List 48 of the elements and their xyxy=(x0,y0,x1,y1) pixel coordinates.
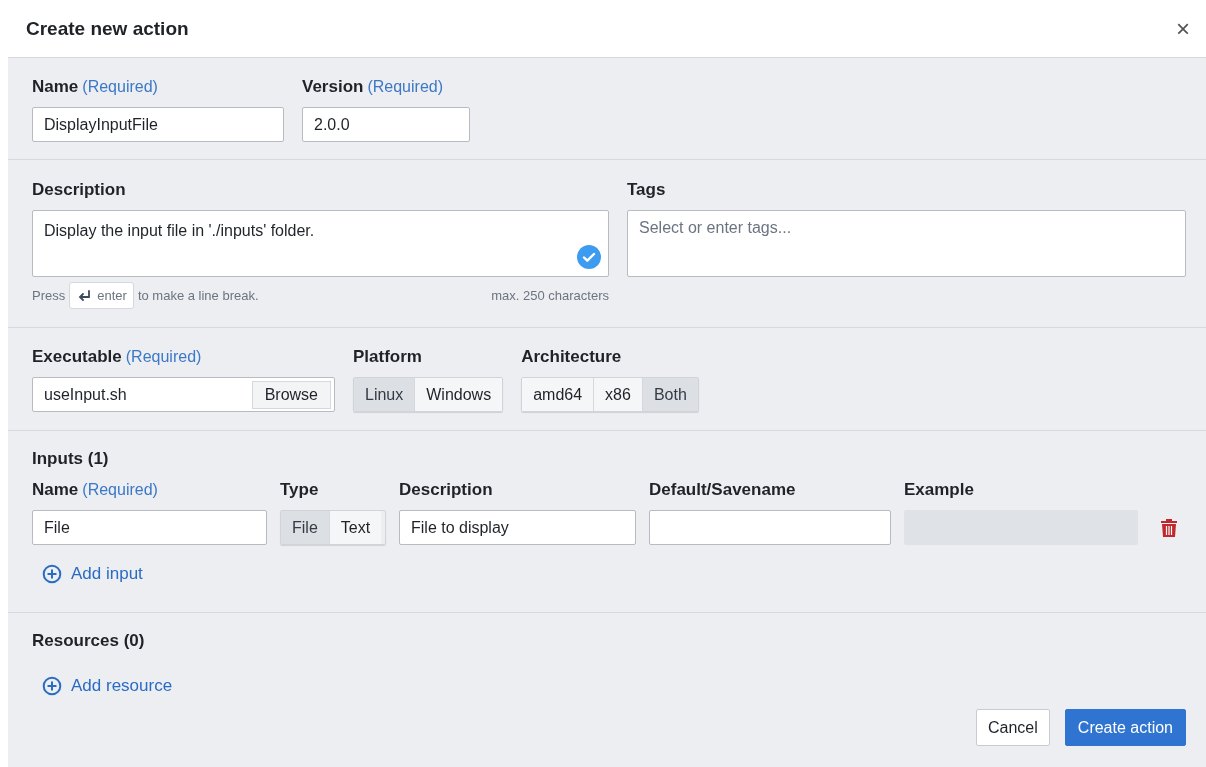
required-note: (Required) xyxy=(367,78,443,96)
hint-text: to make a line break. xyxy=(137,288,259,303)
input-description-field[interactable]: File to display xyxy=(399,510,636,545)
field-label: Tags xyxy=(627,180,666,200)
field-label: Architecture xyxy=(521,347,622,367)
dialog-title: Create new action xyxy=(26,17,189,40)
hint-text: Press xyxy=(32,288,66,303)
description-field[interactable]: Display the input file in './inputs' folder. xyxy=(32,210,609,277)
segment-option[interactable]: Text xyxy=(329,511,382,544)
browse-button[interactable]: Browse xyxy=(251,380,331,409)
executable-field[interactable]: useInput.sh Browse xyxy=(32,377,335,412)
section-title: Resources (0) xyxy=(32,631,145,652)
tags-field[interactable]: Select or enter tags... xyxy=(627,210,1186,277)
name-field[interactable]: DisplayInputFile xyxy=(32,107,284,142)
field-label: Description xyxy=(32,180,126,200)
create-button[interactable]: Create action xyxy=(1064,709,1186,746)
segment-option[interactable]: Linux xyxy=(354,378,416,411)
field-label: Name xyxy=(32,77,79,97)
required-note: (Required) xyxy=(82,481,158,499)
delete-icon[interactable] xyxy=(1160,518,1177,537)
required-note: (Required) xyxy=(125,348,202,366)
add-resource-link[interactable]: Add resource xyxy=(42,676,173,696)
input-name-field[interactable]: File xyxy=(32,510,267,545)
segment-option[interactable]: File xyxy=(281,511,330,544)
segment-option[interactable]: x86 xyxy=(594,378,643,411)
column-header: Example xyxy=(904,480,974,500)
required-note: (Required) xyxy=(82,78,158,96)
column-header: Default/Savename xyxy=(649,480,796,500)
default-field[interactable] xyxy=(649,510,891,545)
character-limit: max. 250 characters xyxy=(491,288,609,303)
segment-option[interactable]: amd64 xyxy=(522,378,595,411)
add-input-link[interactable]: Add input xyxy=(42,564,143,584)
plus-circle-icon xyxy=(42,564,62,584)
plus-circle-icon xyxy=(42,676,62,696)
column-header: Name xyxy=(32,480,79,500)
close-button[interactable]: × xyxy=(1170,14,1196,43)
return-arrow-icon xyxy=(76,288,93,303)
key-label: enter xyxy=(97,288,127,303)
column-header: Description xyxy=(399,480,493,500)
field-label: Executable xyxy=(32,347,122,367)
version-field[interactable]: 2.0.0 xyxy=(302,107,470,142)
column-header: Type xyxy=(280,480,319,500)
segment-option[interactable]: Both xyxy=(642,378,698,411)
field-label: Platform xyxy=(353,347,422,367)
segment-option[interactable]: Windows xyxy=(415,378,503,411)
section-title: Inputs (1) xyxy=(32,449,110,470)
field-label: Version xyxy=(302,77,364,97)
cancel-button[interactable]: Cancel xyxy=(976,709,1050,746)
